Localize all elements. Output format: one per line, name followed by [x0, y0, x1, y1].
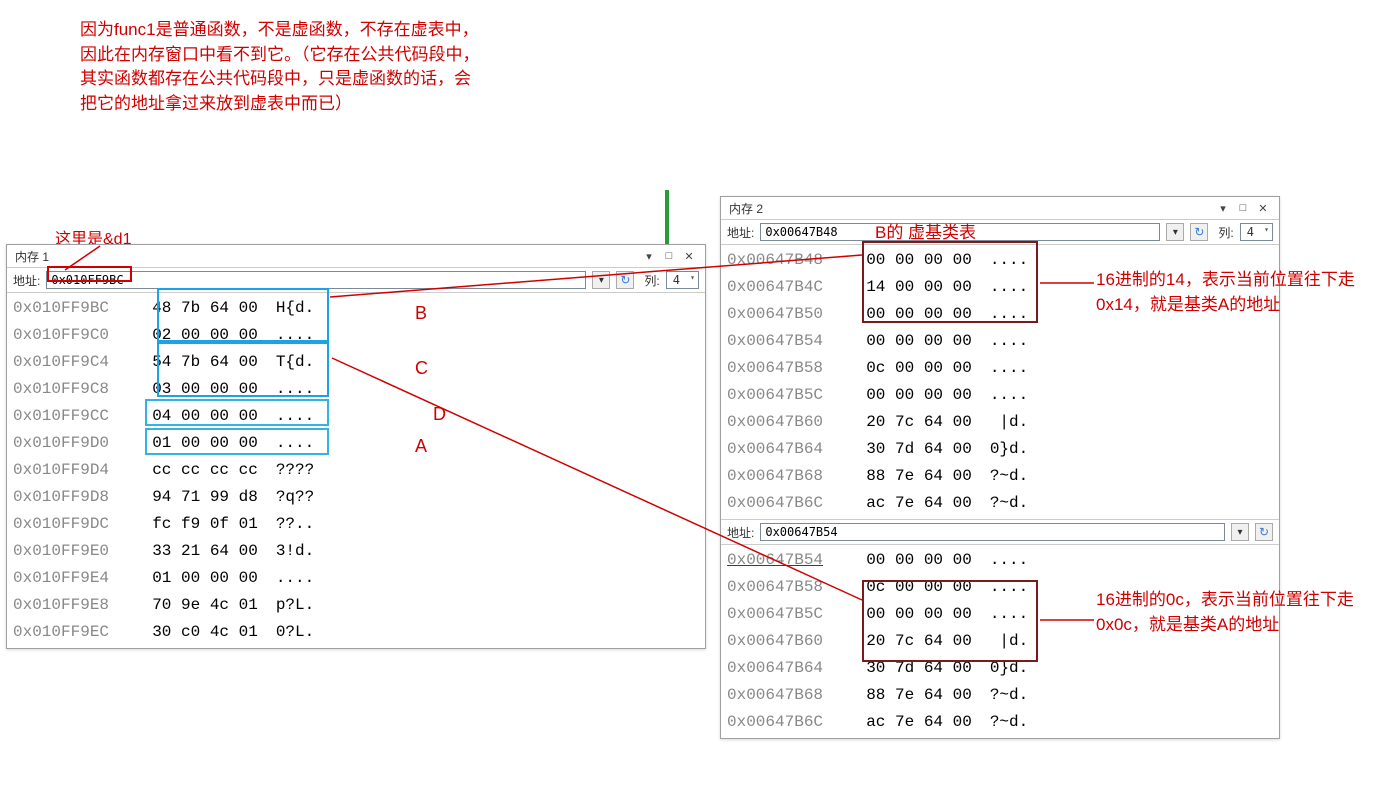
- table-row: 0x010FF9CC 04 00 00 00....: [13, 403, 699, 430]
- dropdown-icon[interactable]: ▾: [592, 271, 610, 289]
- close-icon[interactable]: ✕: [1255, 202, 1271, 215]
- table-row: 0x00647B58 0c 00 00 00....: [727, 355, 1273, 382]
- table-row: 0x00647B6C ac 7e 64 00?~d.: [727, 709, 1273, 736]
- col-label: 列:: [644, 272, 659, 289]
- table-row: 0x010FF9DC fc f9 0f 01??..: [13, 511, 699, 538]
- addr-label: 地址:: [727, 524, 754, 541]
- panel1-addr-bar: 地址: ▾ ↻ 列: 4: [7, 268, 705, 293]
- addr-label: 地址:: [727, 224, 754, 241]
- panel2-title: 内存 2: [729, 200, 763, 217]
- table-row: 0x00647B54 00 00 00 00....: [727, 547, 1273, 574]
- close-icon[interactable]: ✕: [681, 250, 697, 263]
- table-row: 0x010FF9D4 cc cc cc cc????: [13, 457, 699, 484]
- table-row: 0x00647B64 30 7d 64 000}d.: [727, 655, 1273, 682]
- note-14: 16进制的14，表示当前位置往下走0x14，就是基类A的地址: [1096, 268, 1356, 317]
- table-row: 0x010FF9E0 33 21 64 003!d.: [13, 538, 699, 565]
- panel2-title-bar: 内存 2 ▾ □ ✕: [721, 197, 1279, 220]
- row-label-b: B: [415, 303, 427, 324]
- table-row: 0x00647B5C 00 00 00 00....: [727, 382, 1273, 409]
- refresh-icon[interactable]: ↻: [1190, 223, 1208, 241]
- row-label-c: C: [415, 358, 428, 379]
- row-label-a: A: [415, 436, 427, 457]
- table-row: 0x00647B68 88 7e 64 00?~d.: [727, 463, 1273, 490]
- refresh-icon[interactable]: ↻: [616, 271, 634, 289]
- table-row: 0x010FF9E8 70 9e 4c 01p?L.: [13, 592, 699, 619]
- table-row: 0x00647B68 88 7e 64 00?~d.: [727, 682, 1273, 709]
- refresh-icon[interactable]: ↻: [1255, 523, 1273, 541]
- table-row: 0x010FF9C4 54 7b 64 00T{d.: [13, 349, 699, 376]
- panel1-window-buttons: ▾ □ ✕: [641, 250, 697, 263]
- panel3-addr-bar: 地址: ▾ ↻: [721, 519, 1279, 545]
- table-row: 0x010FF9D8 94 71 99 d8?q??: [13, 484, 699, 511]
- maximize-icon[interactable]: □: [661, 250, 677, 263]
- table-row: 0x010FF9C0 02 00 00 00....: [13, 322, 699, 349]
- panel1-memory-body: 0x010FF9BC 48 7b 64 00H{d. 0x010FF9C0 02…: [7, 293, 705, 648]
- table-row: 0x010FF9BC 48 7b 64 00H{d.: [13, 295, 699, 322]
- panel2-addr-bar: 地址: ▾ ↻ 列: 4: [721, 220, 1279, 245]
- col-label: 列:: [1218, 224, 1233, 241]
- table-row: 0x010FF9D0 01 00 00 00....: [13, 430, 699, 457]
- note-0c: 16进制的0c，表示当前位置往下走0x0c，就是基类A的地址: [1096, 588, 1356, 637]
- panel1-title: 内存 1: [15, 248, 49, 265]
- activity-bar: [665, 190, 669, 250]
- panel2-window-buttons: ▾ □ ✕: [1215, 202, 1271, 215]
- pin-icon[interactable]: ▾: [1215, 202, 1231, 215]
- memory-panel-1: 内存 1 ▾ □ ✕ 地址: ▾ ↻ 列: 4 0x010FF9BC 48 7b…: [6, 244, 706, 649]
- table-row: 0x00647B60 20 7c 64 00 |d.: [727, 409, 1273, 436]
- panel3-addr-input[interactable]: [760, 523, 1225, 541]
- table-row: 0x010FF9C8 03 00 00 00....: [13, 376, 699, 403]
- panel2-col-select[interactable]: 4: [1240, 223, 1273, 241]
- table-row: 0x00647B54 00 00 00 00....: [727, 328, 1273, 355]
- dropdown-icon[interactable]: ▾: [1166, 223, 1184, 241]
- label-b-vbt: B的 虚基类表: [875, 218, 976, 243]
- row-label-d: D: [433, 404, 446, 425]
- addr-label: 地址:: [13, 272, 40, 289]
- panel1-title-bar: 内存 1 ▾ □ ✕: [7, 245, 705, 268]
- panel3-memory-body: 0x00647B54 00 00 00 00.... 0x00647B58 0c…: [721, 545, 1279, 738]
- panel1-addr-input[interactable]: [46, 271, 586, 289]
- table-row: 0x00647B6C ac 7e 64 00?~d.: [727, 490, 1273, 517]
- top-note: 因为func1是普通函数，不是虚函数，不存在虚表中，因此在内存窗口中看不到它。（…: [80, 18, 480, 117]
- panel1-col-select[interactable]: 4: [666, 271, 699, 289]
- table-row: 0x010FF9E4 01 00 00 00....: [13, 565, 699, 592]
- table-row: 0x010FF9EC 30 c0 4c 010?L.: [13, 619, 699, 646]
- pin-icon[interactable]: ▾: [641, 250, 657, 263]
- dropdown-icon[interactable]: ▾: [1231, 523, 1249, 541]
- table-row: 0x00647B64 30 7d 64 000}d.: [727, 436, 1273, 463]
- maximize-icon[interactable]: □: [1235, 202, 1251, 215]
